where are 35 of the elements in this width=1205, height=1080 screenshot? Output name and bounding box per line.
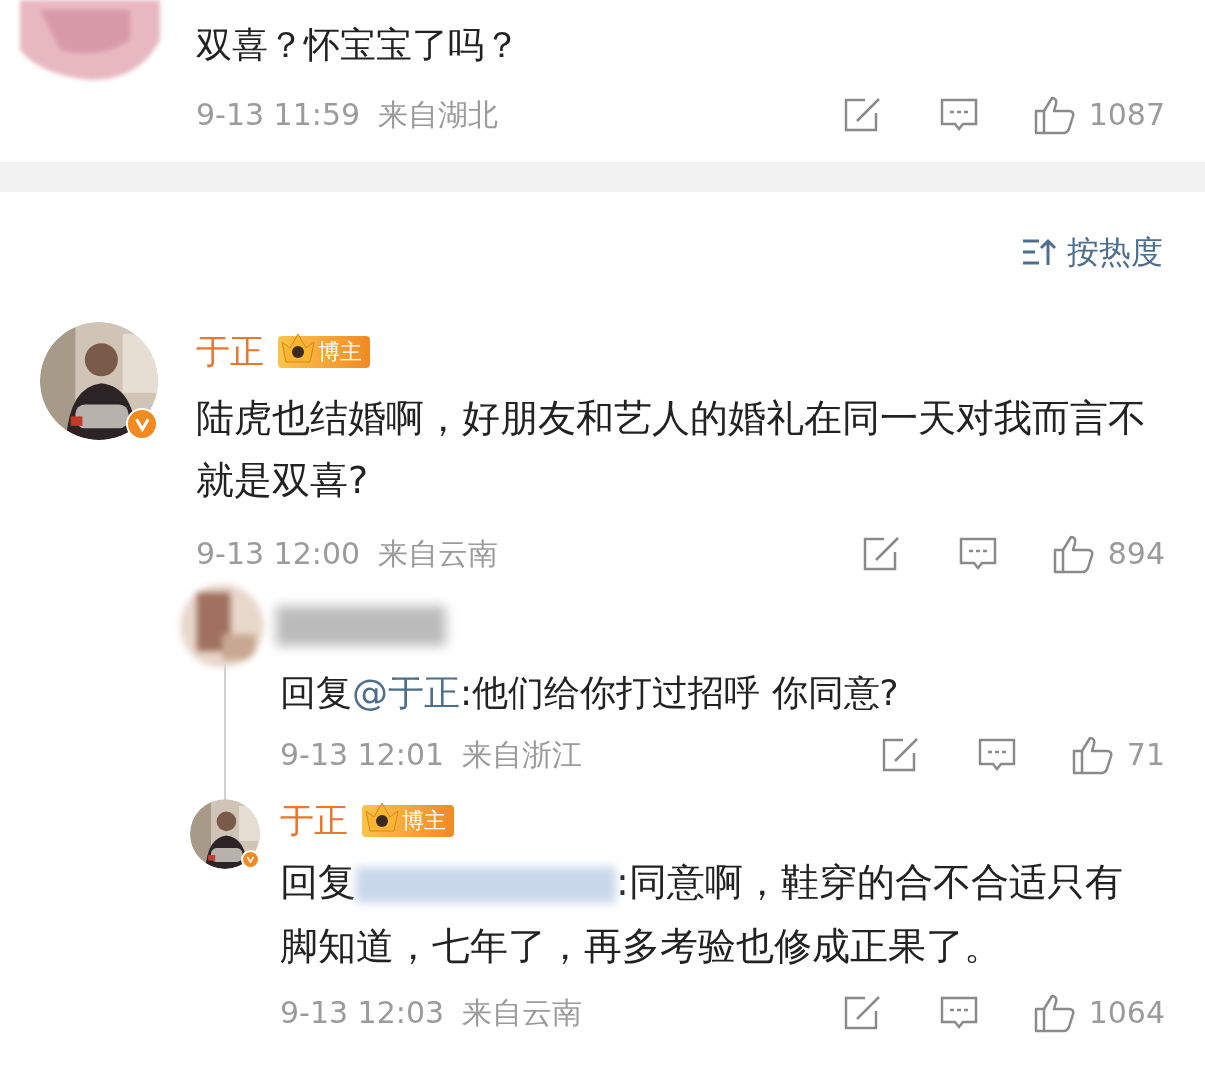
- comment-text: 双喜？怀宝宝了吗？: [196, 23, 521, 67]
- edit-icon[interactable]: [842, 994, 883, 1031]
- comment-icon[interactable]: [976, 736, 1017, 773]
- location: 来自云南: [462, 994, 583, 1032]
- blogger-badge: 博主: [278, 335, 370, 368]
- thumbs-up-icon[interactable]: [1032, 992, 1077, 1033]
- timestamp: 9-13 12:00: [196, 535, 361, 573]
- thumbs-up-icon[interactable]: [1051, 533, 1096, 574]
- sort-icon: [1021, 237, 1057, 267]
- reply-text: 回复@于正:他们给你打过招呼 你同意?: [280, 671, 900, 715]
- thumbs-up-icon[interactable]: [1032, 94, 1077, 135]
- location: 来自浙江: [462, 736, 583, 774]
- timestamp: 9-13 12:01: [280, 736, 445, 774]
- edit-icon[interactable]: [842, 96, 883, 133]
- mention-link[interactable]: @于正: [352, 672, 460, 713]
- location: 来自湖北: [378, 96, 499, 134]
- edit-icon[interactable]: [880, 736, 921, 773]
- sort-button[interactable]: 按热度: [1021, 230, 1163, 274]
- like-count: 894: [1107, 535, 1165, 573]
- like-count: 1064: [1088, 994, 1165, 1032]
- blogger-badge: 博主: [362, 804, 454, 837]
- comment-icon[interactable]: [938, 994, 979, 1031]
- thumbs-up-icon[interactable]: [1070, 734, 1115, 775]
- timestamp: 9-13 12:03: [280, 994, 445, 1032]
- like-count: 71: [1126, 736, 1165, 774]
- comment-text: 陆虎也结婚啊，好朋友和艺人的婚礼在同一天对我而言不就是双喜?: [196, 395, 1147, 504]
- user-name[interactable]: 于正: [280, 795, 348, 846]
- reply-text: 回复 :同意啊，鞋穿的合不合适只有脚知道，七年了，再多考验也修成正果了。: [280, 859, 1124, 970]
- timestamp: 9-13 11:59: [196, 96, 361, 134]
- location: 来自云南: [378, 535, 499, 573]
- like-count: 1087: [1088, 96, 1165, 134]
- comment-icon[interactable]: [938, 96, 979, 133]
- user-name[interactable]: 于正: [196, 326, 264, 377]
- edit-icon[interactable]: [861, 535, 902, 572]
- comment-icon[interactable]: [957, 535, 998, 572]
